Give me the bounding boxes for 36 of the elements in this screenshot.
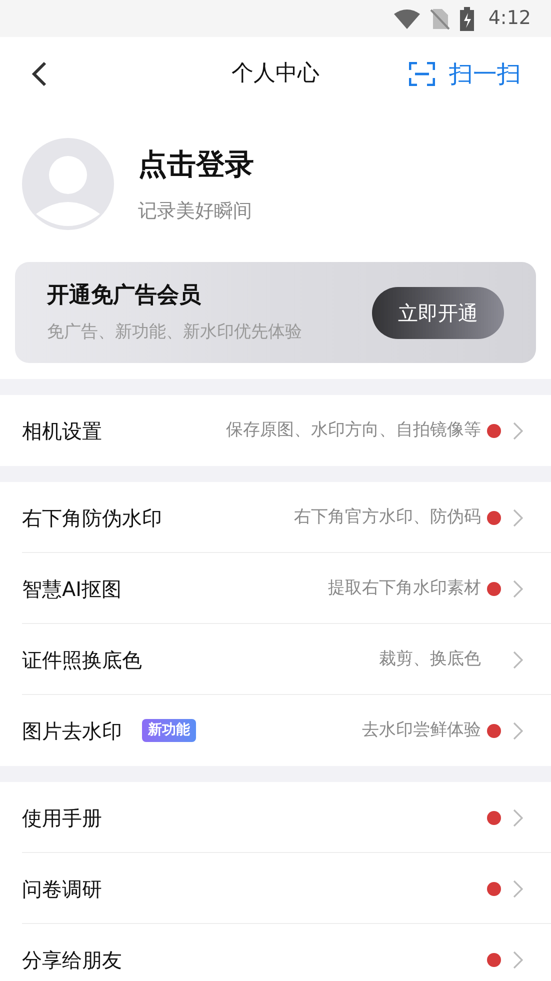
chevron-right-icon — [513, 880, 523, 898]
page-title: 个人中心 — [232, 60, 320, 88]
login-prompt[interactable]: 点击登录 — [138, 143, 254, 186]
menu-item-label: 智慧AI抠图 — [22, 576, 122, 602]
chevron-right-icon — [513, 950, 523, 968]
vip-title: 开通免广告会员 — [47, 282, 202, 310]
battery-charging-icon — [460, 6, 474, 30]
chevron-right-icon — [513, 508, 523, 526]
scan-icon — [409, 62, 435, 86]
chevron-right-icon — [513, 580, 523, 598]
scan-button[interactable]: 扫一扫 — [409, 56, 521, 92]
vip-subtitle: 免广告、新功能、新水印优先体验 — [47, 321, 302, 344]
chevron-right-icon — [513, 650, 523, 668]
menu-item-label: 分享给朋友 — [22, 946, 122, 974]
menu-item-detail: 裁剪、换底色 — [379, 648, 481, 671]
chevron-right-icon — [513, 422, 523, 440]
new-feature-badge: 新功能 — [142, 719, 196, 742]
back-icon[interactable] — [30, 60, 48, 86]
vip-banner[interactable]: 开通免广告会员 免广告、新功能、新水印优先体验 立即开通 — [15, 262, 536, 363]
profile-subtitle: 记录美好瞬间 — [138, 198, 253, 224]
menu-item-label: 问卷调研 — [22, 876, 102, 902]
menu-item-label: 相机设置 — [22, 418, 102, 444]
menu-item-detail: 去水印尝鲜体验 — [362, 718, 481, 742]
menu-item-label: 图片去水印 — [22, 718, 122, 744]
status-time: 4:12 — [488, 6, 531, 32]
menu-item-detail: 提取右下角水印素材 — [328, 576, 481, 600]
chevron-right-icon — [513, 808, 523, 826]
menu-item-label: 证件照换底色 — [22, 646, 142, 674]
activate-button[interactable]: 立即开通 — [372, 286, 504, 338]
menu-item-detail: 右下角官方水印、防伪码 — [294, 506, 481, 529]
menu-item-label: 右下角防伪水印 — [22, 504, 162, 532]
no-sim-icon — [430, 8, 450, 30]
menu-item-label: 使用手册 — [22, 804, 102, 832]
wifi-icon — [394, 8, 420, 28]
chevron-right-icon — [513, 722, 523, 740]
menu-item-detail: 保存原图、水印方向、自拍镜像等 — [226, 418, 481, 442]
